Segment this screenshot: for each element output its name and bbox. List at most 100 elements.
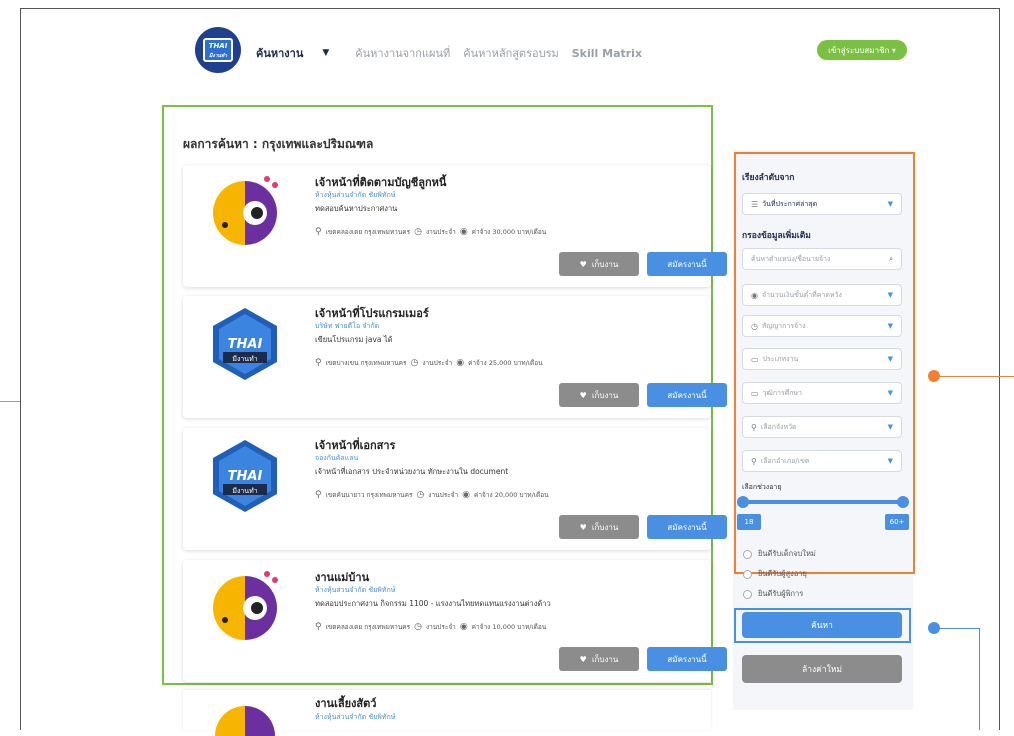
company-logo [205,568,285,648]
apply-button[interactable]: สมัครงานนี้ [647,647,727,671]
checkbox-elderly[interactable]: ยินดีรับผู้สูงอายุ [743,568,807,580]
job-type: งานประจำ [425,228,456,236]
search-button[interactable]: ค้นหา [742,612,902,638]
chevron-down-icon: ▼ [887,322,893,330]
site-logo[interactable]: THAI มีงานทำ [195,27,241,73]
clock-icon: ◷ [416,490,425,500]
svg-text:THAI: THAI [228,469,263,484]
location-pin-icon: ⚲ [315,622,322,632]
apply-button[interactable]: สมัครงานนี้ [647,252,727,276]
annotation-line-search-down [979,628,980,730]
company-name[interactable]: ห้างหุ้นส่วนจำกัด ชัยพิทักษ์ [315,190,395,201]
job-description: ทดสอบค้นหาประกาศงาน [315,204,398,213]
company-name[interactable]: จองกันคัลแลน [315,453,358,464]
company-name[interactable]: ห้างหุ้นส่วนจำกัด ชัยพิทักษ์ [315,712,395,723]
main-nav: ค้นหางาน ▼ ค้นหางานจากแผนที่ ค้นหาหลักสูต… [256,44,655,62]
chevron-down-icon: ▼ [887,457,893,465]
age-range-label: เลือกช่วงอายุ [742,483,782,491]
annotation-node-search [928,622,940,634]
job-location: เขตคลองเตย กรุงเทพมหานคร [325,228,411,236]
nav-item-map-search[interactable]: ค้นหางานจากแผนที่ [355,44,450,62]
age-slider-max-handle[interactable] [897,496,909,508]
search-icon: ⌕ [889,254,893,263]
chevron-down-icon: ▼ [887,200,893,208]
svg-text:THAI: THAI [228,337,263,352]
job-location: เขตบางเขน กรุงเทพมหานคร [325,359,407,367]
chevron-down-icon: ▼ [887,423,893,431]
money-icon: ◉ [459,227,468,237]
job-description: เจ้าหน้าที่เอกสาร ประจำหน่วยงาน ทักษะงาน… [315,467,509,476]
age-min-value: 18 [737,514,761,530]
location-pin-icon: ⚲ [315,227,322,237]
money-icon: ◉ [751,290,758,300]
svg-text:มีงานทำ: มีงานทำ [232,487,257,495]
heart-icon: ♥ [579,654,587,664]
job-title[interactable]: เจ้าหน้าที่เอกสาร [315,436,395,454]
job-type-select[interactable]: ▭ ประเภทงาน ▼ [742,348,902,370]
annotation-node-filter [928,370,940,382]
salary-select[interactable]: ◉ จำนวนเงินขั้นต่ำที่คาดหวัง ▼ [742,284,902,306]
results-title: ผลการค้นหา : กรุงเทพและปริมณฑล [183,137,374,151]
save-job-button[interactable]: ♥ เก็บงาน [559,383,639,407]
save-job-button[interactable]: ♥ เก็บงาน [559,647,639,671]
search-input[interactable]: ค้นหาตำแหน่ง/ชื่อนายจ้าง ⌕ [742,248,902,270]
district-select[interactable]: ⚲ เลือกอำเภอ/เขต ▼ [742,450,902,472]
chevron-down-icon: ▼ [322,48,330,58]
briefcase-icon: ▭ [751,354,759,364]
company-name[interactable]: บริษัท ฟายดีโอ จำกัด [315,321,379,332]
job-card[interactable]: THAI มีงานทำ เจ้าหน้าที่เอกสาร จองกันคัลแ… [183,428,727,550]
job-salary: ค่าจ้าง 20,000 บาท/เดือน [474,491,549,499]
company-logo: THAI มีงานทำ [205,436,285,516]
location-pin-icon: ⚲ [315,490,322,500]
job-salary: ค่าจ้าง 25,000 บาท/เดือน [468,359,543,367]
checkbox-new-grads[interactable]: ยินดีรับเด็กจบใหม่ [743,548,816,560]
location-pin-icon: ⚲ [751,456,757,466]
sort-select[interactable]: ☰ วันที่ประกาศล่าสุด ▼ [742,193,902,215]
company-logo [205,696,285,736]
chevron-down-icon: ▼ [887,389,893,397]
chevron-down-icon: ▼ [887,291,893,299]
sort-icon: ☰ [751,199,759,209]
sort-heading: เรียงลำดับจาก [742,173,795,183]
nav-item-search-jobs[interactable]: ค้นหางาน ▼ [256,44,342,62]
contract-select[interactable]: ◷ สัญญาการจ้าง ▼ [742,315,902,337]
job-title[interactable]: เจ้าหน้าที่โปรแกรมเมอร์ [315,304,429,322]
job-title[interactable]: งานเลี้ยงสัตว์ [315,694,376,712]
company-name[interactable]: ห้างหุ้นส่วนจำกัด ชัยพิทักษ์ [315,585,395,596]
reset-button[interactable]: ล้างค่าใหม่ [742,655,902,683]
nav-item-courses[interactable]: ค้นหาหลักสูตรอบรม [463,44,558,62]
job-meta: ⚲ เขตคันนายาว กรุงเทพมหานคร ◷ งานประจำ ◉… [315,490,549,500]
job-type: งานประจำ [428,491,459,499]
job-title[interactable]: เจ้าหน้าที่ติดตามบัญชีลูกหนี้ [315,173,446,191]
job-card[interactable]: เจ้าหน้าที่ติดตามบัญชีลูกหนี้ ห้างหุ้นส่… [183,165,727,287]
job-card[interactable]: THAI มีงานทำ เจ้าหน้าที่โปรแกรมเมอร์ บริษ… [183,296,727,418]
job-meta: ⚲ เขตบางเขน กรุงเทพมหานคร ◷ งานประจำ ◉ ค… [315,358,543,368]
job-description: ทดสอบประกาศงาน กิจกรรม 1100 - แรงงานไทยท… [315,599,551,608]
company-logo: THAI มีงานทำ [205,304,285,384]
age-slider-min-handle[interactable] [737,496,749,508]
job-meta: ⚲ เขตคลองเตย กรุงเทพมหานคร ◷ งานประจำ ◉ … [315,622,546,632]
clock-icon: ◷ [414,227,422,237]
job-card[interactable]: งานแม่บ้าน ห้างหุ้นส่วนจำกัด ชัยพิทักษ์ … [183,560,727,682]
location-pin-icon: ⚲ [315,358,322,368]
briefcase-icon: ▭ [751,388,759,398]
apply-button[interactable]: สมัครงานนี้ [647,515,727,539]
annotation-line-filter [936,376,1014,377]
nav-item-skill-matrix[interactable]: Skill Matrix [572,47,642,60]
apply-button[interactable]: สมัครงานนี้ [647,383,727,407]
education-select[interactable]: ▭ วุฒิการศึกษา ▼ [742,382,902,404]
list-item-peek[interactable]: งานเลี้ยงสัตว์ ห้างหุ้นส่วนจำกัด ชัยพิทั… [183,690,711,736]
province-select[interactable]: ⚲ เลือกจังหวัด ▼ [742,416,902,438]
member-login-button[interactable]: เข้าสู่ระบบสมาชิก ▾ [817,40,907,60]
job-type: งานประจำ [425,623,456,631]
job-salary: ค่าจ้าง 30,000 บาท/เดือน [471,228,547,236]
job-title[interactable]: งานแม่บ้าน [315,568,369,586]
checkbox-disabled[interactable]: ยินดีรับผู้พิการ [743,588,803,600]
money-icon: ◉ [456,358,465,368]
chevron-down-icon: ▼ [887,355,893,363]
save-job-button[interactable]: ♥ เก็บงาน [559,515,639,539]
location-pin-icon: ⚲ [751,422,757,432]
save-job-button[interactable]: ♥ เก็บงาน [559,252,639,276]
job-location: เขตคลองเตย กรุงเทพมหานคร [325,623,411,631]
age-slider-track[interactable] [743,500,901,504]
